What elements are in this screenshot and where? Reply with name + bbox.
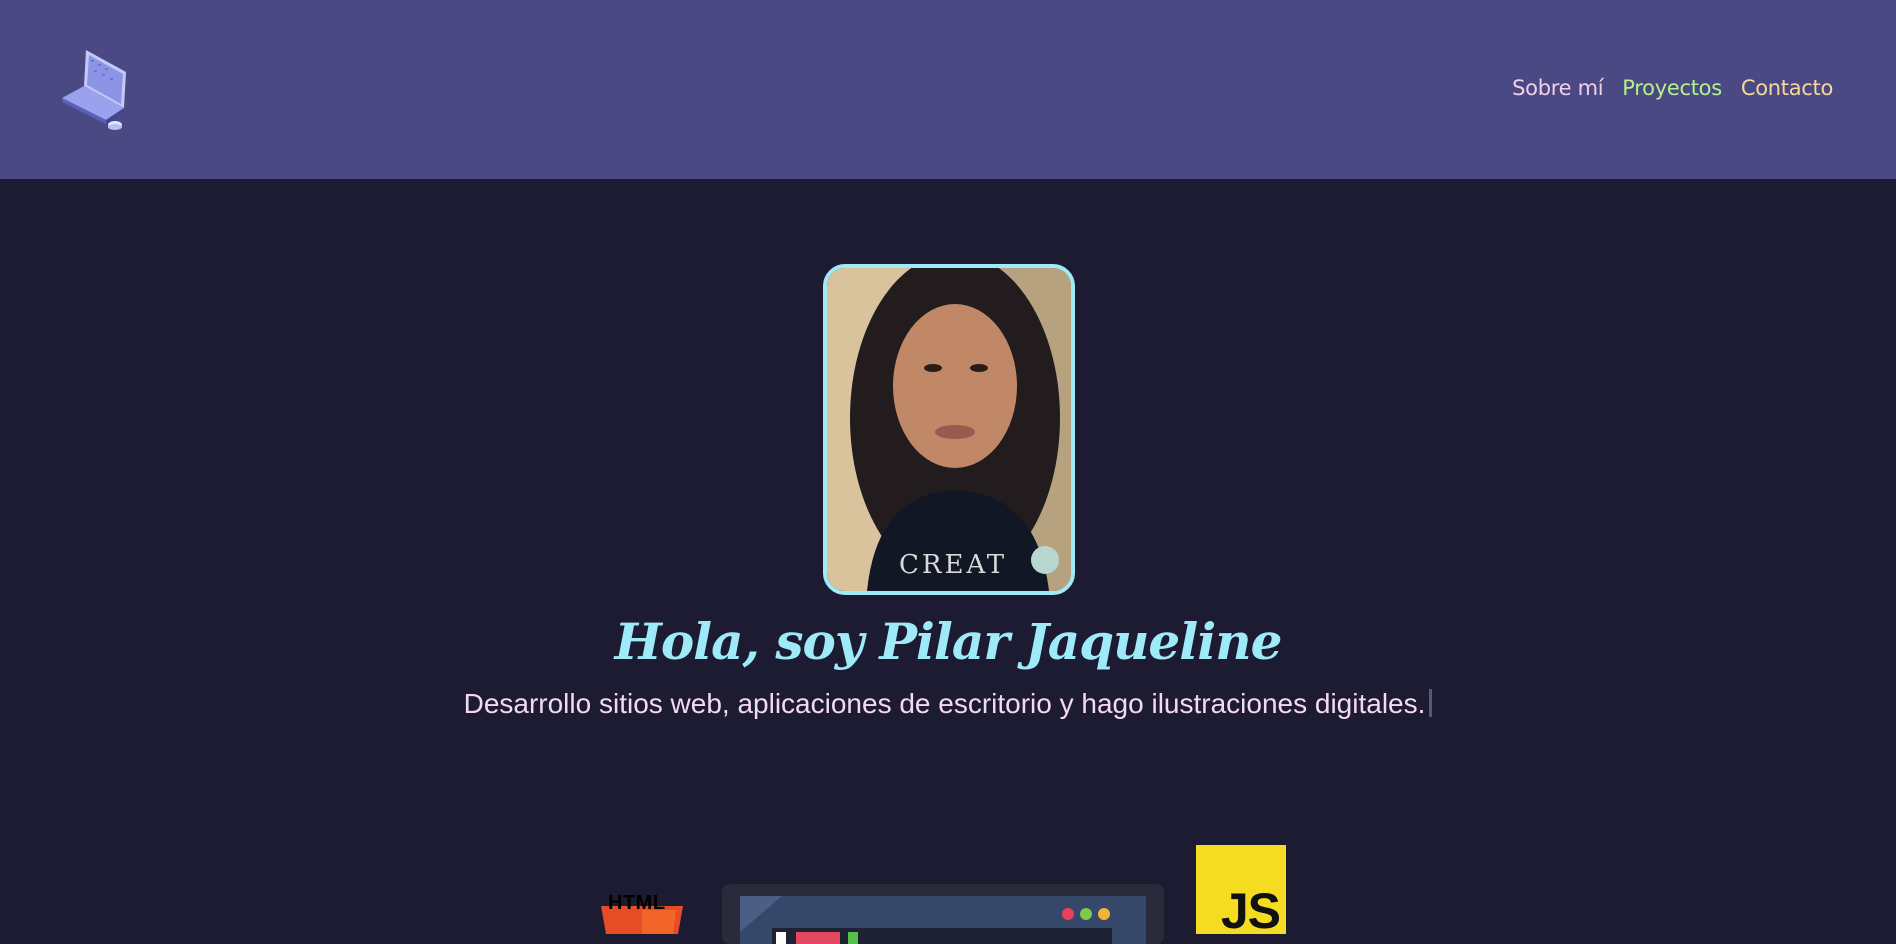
js-label: JS <box>1220 883 1281 939</box>
profile-photo: CREAT <box>823 264 1075 595</box>
html-label: HTML <box>608 892 666 914</box>
nav-contacto[interactable]: Contacto <box>1741 76 1833 100</box>
site-header: Sobre mí Proyectos Contacto <box>0 0 1896 179</box>
tagline-text: Desarrollo sitios web, aplicaciones de e… <box>463 688 1426 719</box>
tagline: Desarrollo sitios web, aplicaciones de e… <box>0 688 1896 720</box>
laptop-icon[interactable] <box>58 46 132 134</box>
main-nav: Sobre mí Proyectos Contacto <box>1512 76 1833 100</box>
javascript-icon: JS <box>1196 845 1286 939</box>
nav-proyectos[interactable]: Proyectos <box>1622 76 1722 100</box>
nav-sobre-mi[interactable]: Sobre mí <box>1512 76 1603 100</box>
tech-illustration: HTML JS <box>0 830 1896 944</box>
typing-cursor <box>1429 689 1433 717</box>
greeting-heading: Hola, soy Pilar Jaqueline <box>614 612 1283 671</box>
code-editor-illustration <box>722 884 1164 944</box>
svg-text:CREAT: CREAT <box>899 550 1007 580</box>
